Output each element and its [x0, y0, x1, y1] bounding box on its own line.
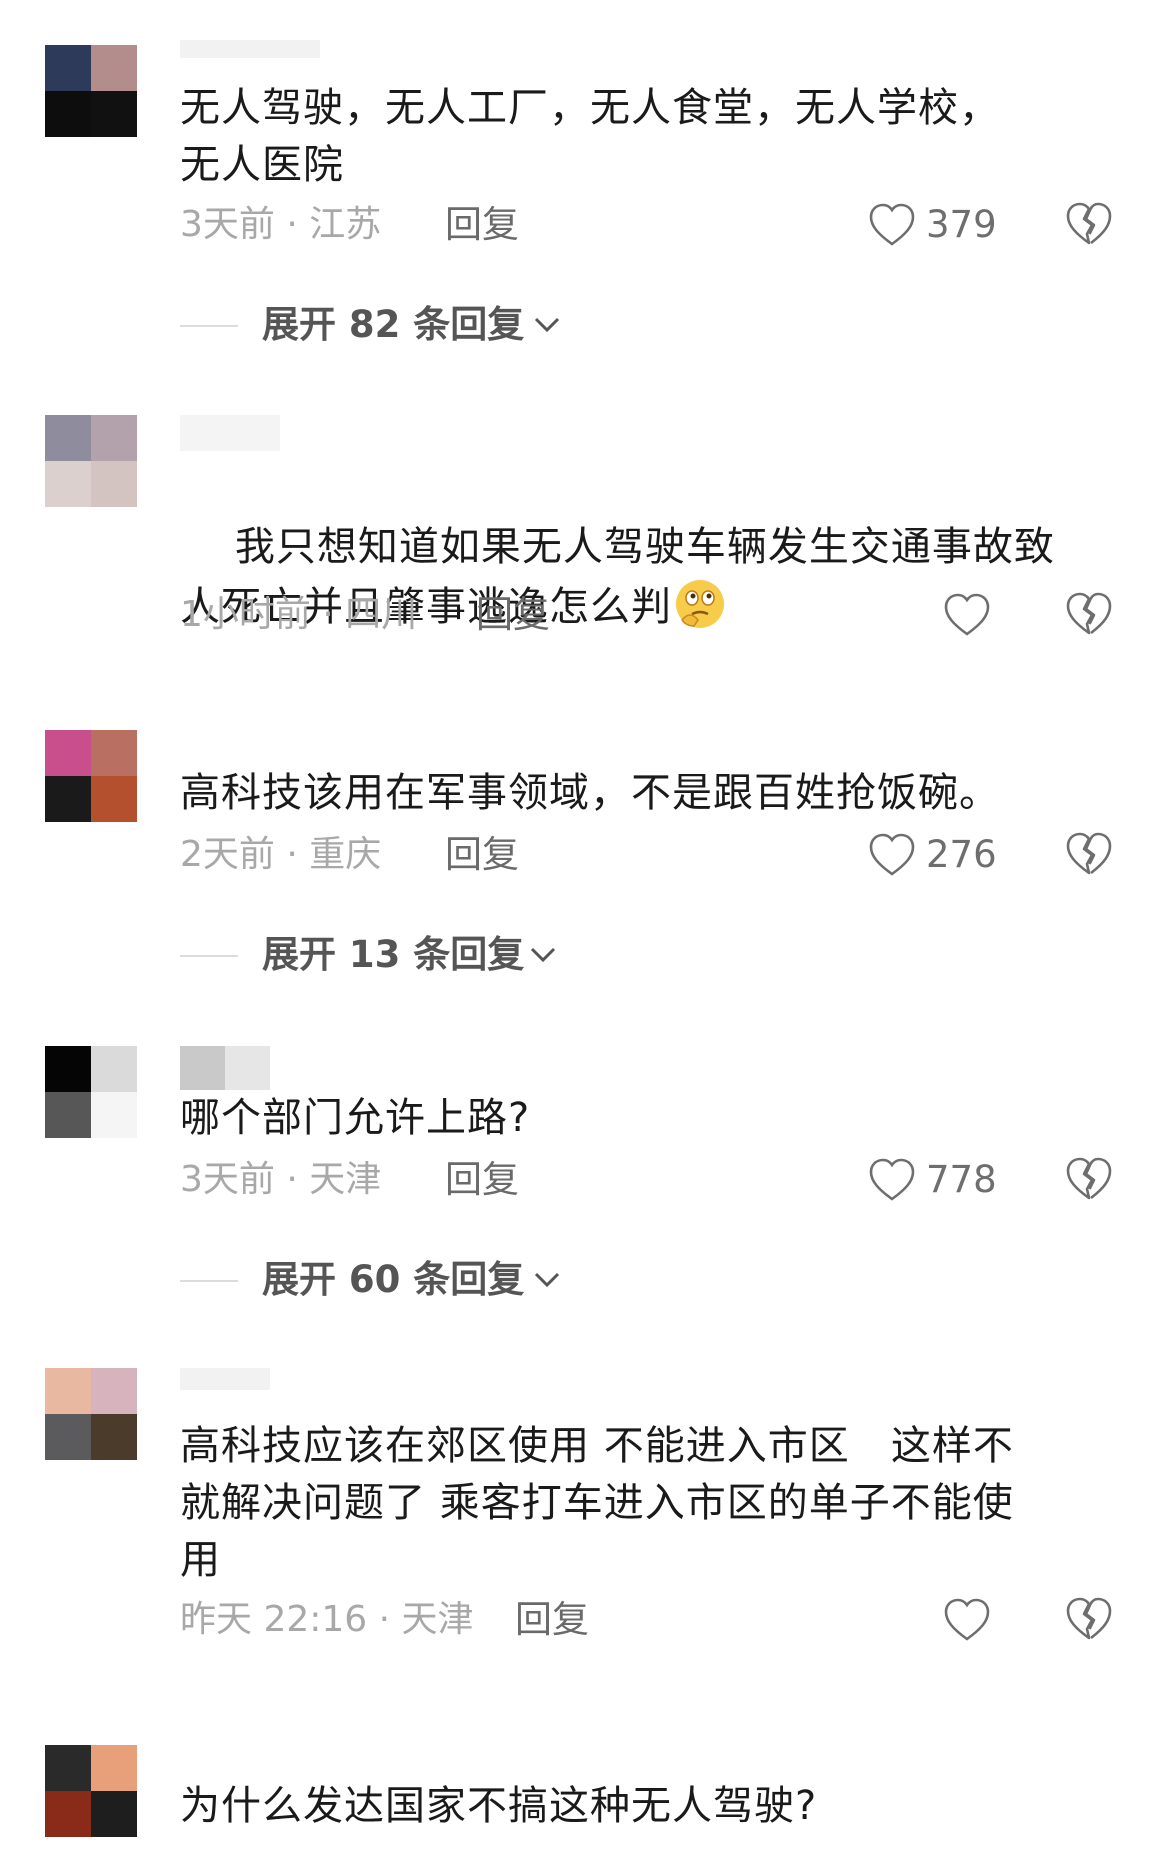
reply-button[interactable]: 回复 [445, 200, 519, 250]
comment-time-location: 3天前 · 天津 [180, 1159, 382, 1200]
expand-replies-label: 展开 82 条回复 [262, 303, 525, 346]
expand-replies-button[interactable]: 展开 82 条回复 [180, 300, 580, 350]
heart-outline-icon [944, 1598, 990, 1641]
expand-replies-label: 展开 60 条回复 [262, 1258, 525, 1301]
avatar[interactable] [45, 1745, 137, 1837]
heart-outline-icon [869, 203, 915, 246]
expand-replies-button[interactable]: 展开 60 条回复 [180, 1255, 580, 1305]
reply-button[interactable]: 回复 [445, 1155, 519, 1205]
broken-heart-icon [1066, 1597, 1112, 1640]
comment-time-location: 2天前 · 重庆 [180, 834, 382, 875]
comment-text: 为什么发达国家不搞这种无人驾驶? [180, 1783, 818, 1829]
like-button[interactable] [943, 590, 993, 640]
avatar[interactable] [45, 415, 137, 507]
avatar[interactable] [45, 1368, 137, 1460]
username-blurred[interactable] [180, 1368, 270, 1404]
heart-outline-icon [944, 593, 990, 636]
expand-replies-button[interactable]: 展开 13 条回复 [180, 930, 580, 980]
like-button[interactable]: 379 [868, 200, 1008, 250]
heart-outline-icon [869, 1158, 915, 1201]
comment-text: 高科技应该在郊区使用 不能进入市区 这样不 就解决问题了 乘客打车进入市区的单子… [180, 1423, 1014, 1583]
broken-heart-icon [1066, 832, 1112, 875]
dislike-button[interactable] [1065, 830, 1113, 880]
comment-item: 无人驾驶，无人工厂，无人食堂，无人学校， 无人医院 3天前 · 江苏 回复 37… [0, 0, 1170, 346]
avatar[interactable] [45, 730, 137, 822]
divider [180, 1280, 238, 1282]
comment-time-location: 昨天 22:16 · 天津 [180, 1599, 474, 1640]
comment-time-location: 1小时前 · 四川 [180, 594, 418, 635]
like-count: 778 [926, 1158, 997, 1201]
reply-button[interactable]: 回复 [445, 830, 519, 880]
dislike-button[interactable] [1065, 590, 1113, 640]
comment-time-location: 3天前 · 江苏 [180, 204, 382, 245]
divider [180, 955, 238, 957]
broken-heart-icon [1066, 592, 1112, 635]
chevron-down-icon [534, 1272, 560, 1288]
broken-heart-icon [1066, 1157, 1112, 1200]
username-blurred[interactable] [180, 1046, 270, 1090]
dislike-button[interactable] [1065, 200, 1113, 250]
comment-text: 无人驾驶，无人工厂，无人食堂，无人学校， 无人医院 [180, 85, 1000, 188]
like-button[interactable]: 276 [868, 830, 1008, 880]
username-blurred[interactable] [180, 40, 320, 76]
broken-heart-icon [1066, 202, 1112, 245]
comment-text: 哪个部门允许上路? [180, 1095, 531, 1141]
dislike-button[interactable] [1065, 1155, 1113, 1205]
like-button[interactable]: 778 [868, 1155, 1008, 1205]
dislike-button[interactable] [1065, 1595, 1113, 1645]
reply-button[interactable]: 回复 [476, 590, 550, 640]
thinking-face-emoji [676, 580, 724, 628]
username-blurred[interactable] [180, 415, 280, 451]
chevron-down-icon [530, 947, 556, 963]
comment-text: 我只想知道如果无人驾驶车辆发生交通事故致 人死亡并且肇事逃逸怎么判 [180, 462, 1110, 693]
divider [180, 325, 238, 327]
avatar[interactable] [45, 45, 137, 137]
like-count: 276 [926, 833, 997, 876]
chevron-down-icon [534, 317, 560, 333]
heart-outline-icon [869, 833, 915, 876]
like-button[interactable] [943, 1595, 993, 1645]
comment-text: 高科技该用在军事领域，不是跟百姓抢饭碗。 [180, 770, 1000, 816]
reply-button[interactable]: 回复 [515, 1595, 589, 1645]
expand-replies-label: 展开 13 条回复 [262, 933, 525, 976]
avatar[interactable] [45, 1046, 137, 1138]
like-count: 379 [926, 203, 997, 246]
